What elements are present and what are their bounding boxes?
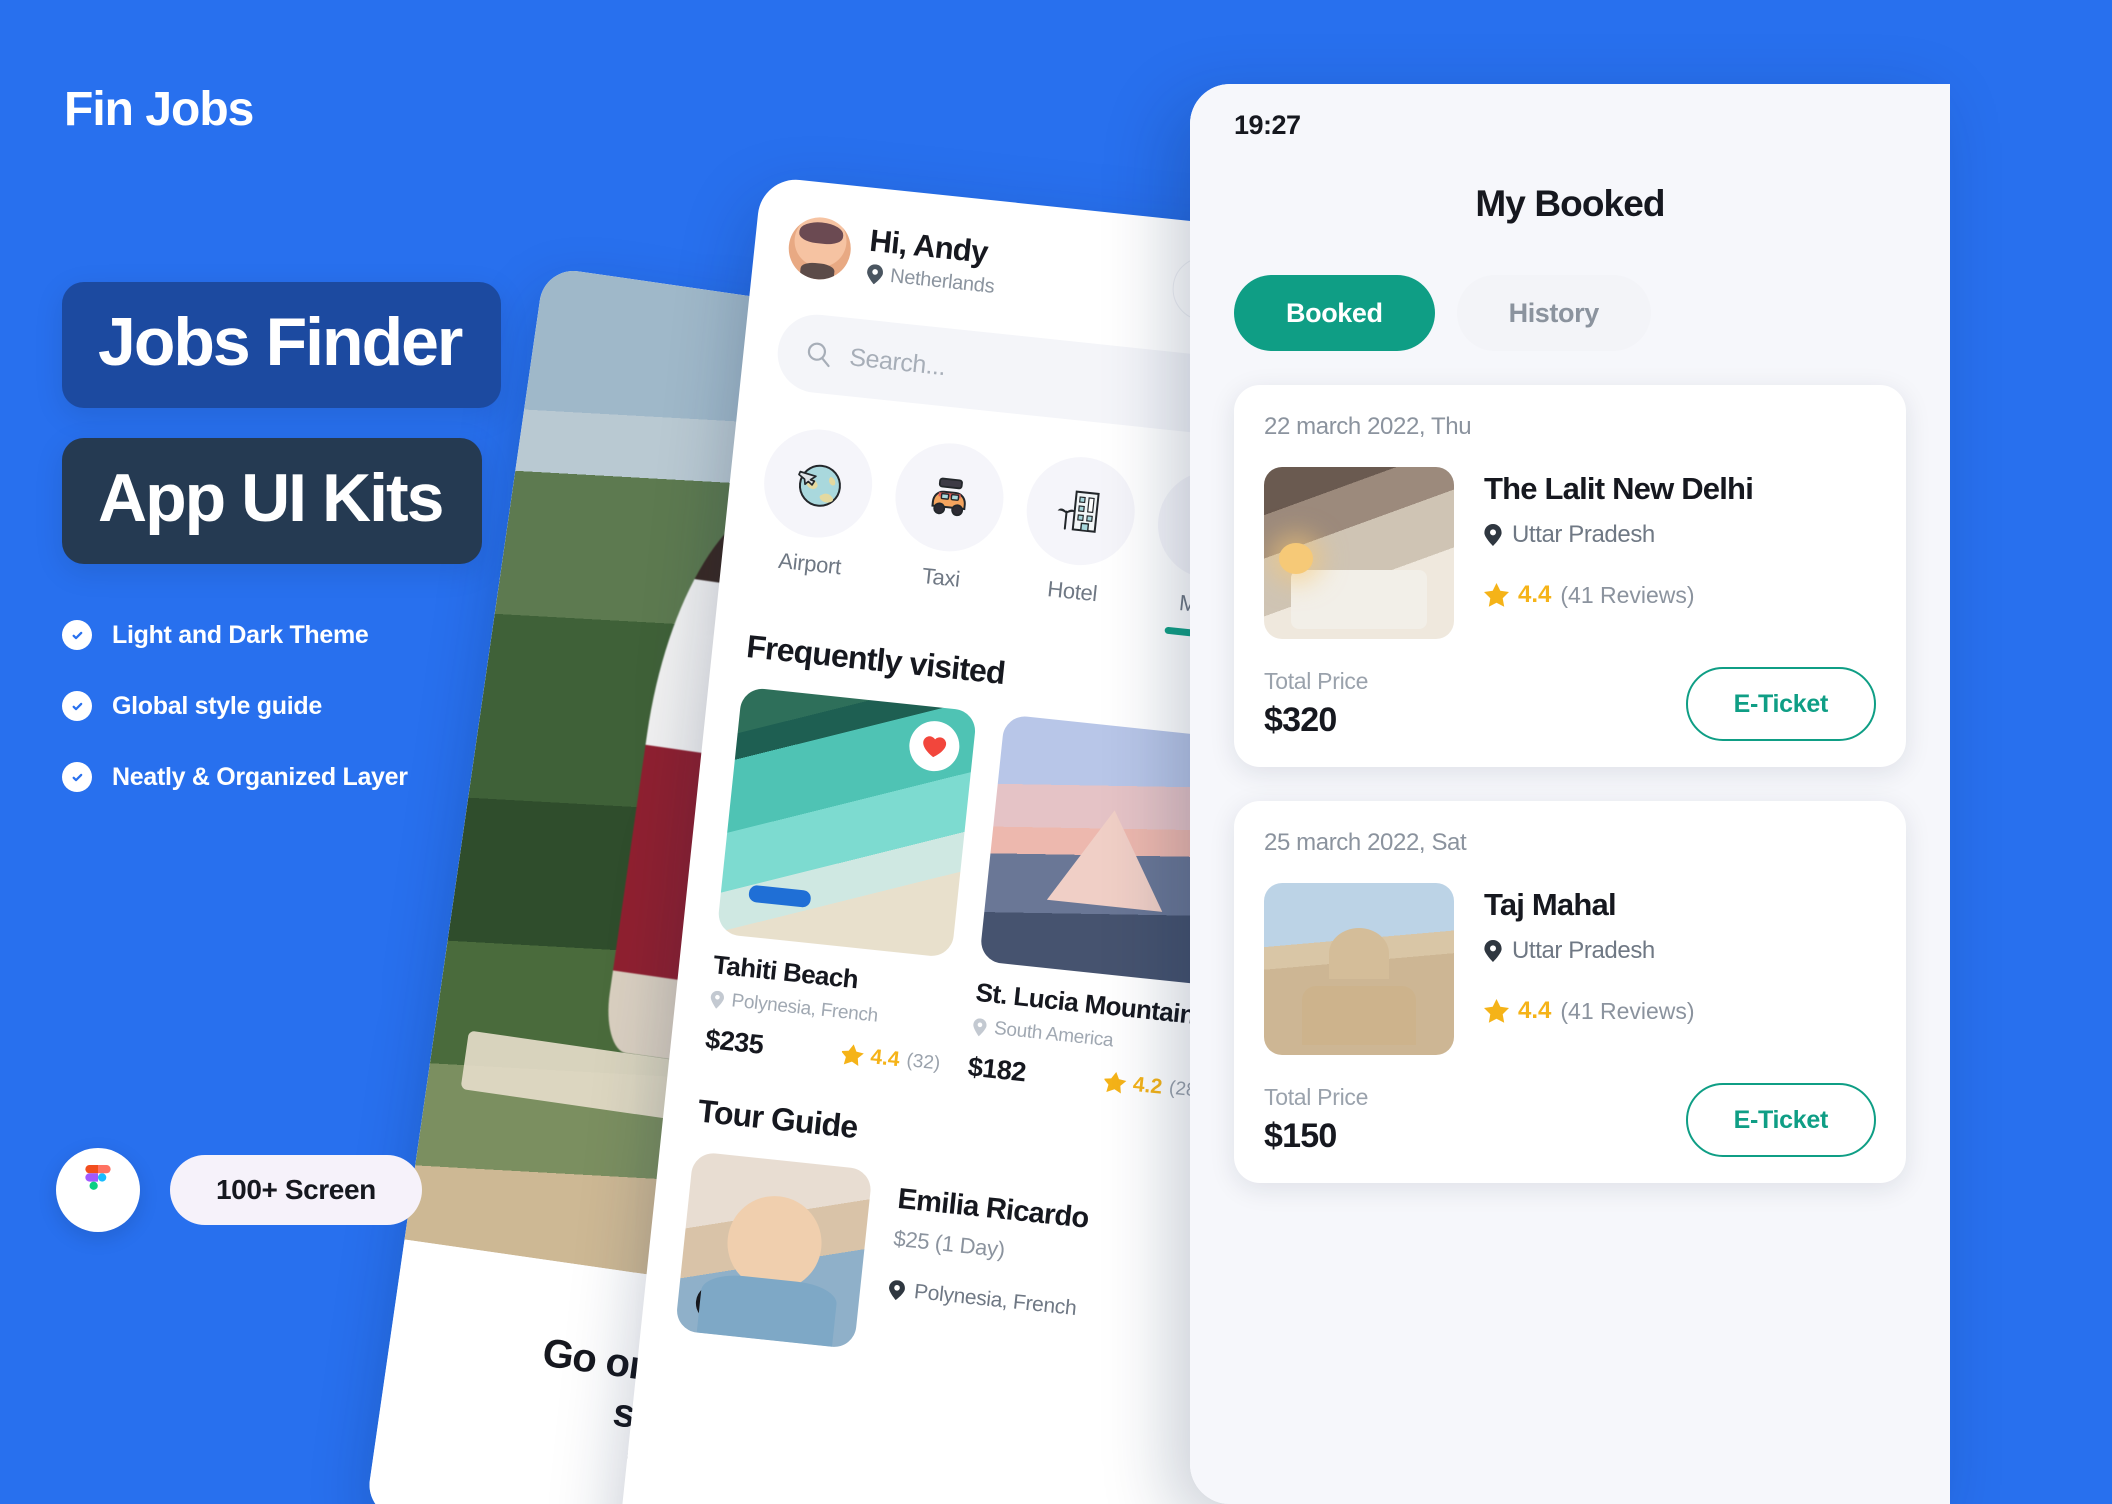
table-row[interactable]: 22 march 2022, Thu The Lalit New Delhi U… [1234,385,1906,767]
star-icon [1484,999,1509,1023]
map-pin-icon [1484,524,1502,546]
status-bar-time: 19:27 [1234,110,1301,140]
total-price-label: Total Price [1264,668,1369,694]
star-icon [840,1044,864,1066]
rating-count: (41 Reviews) [1560,581,1695,608]
category-hotel[interactable]: Hotel [1015,451,1141,629]
category-label: Taxi [920,562,962,592]
promo-panel: Fin Jobs Jobs Finder App UI Kits Light a… [0,0,760,1504]
destination-list: Tahiti Beach Polynesia, French $235 4.4 … [704,686,1272,1111]
booking-location: Uttar Pradesh [1484,521,1876,549]
heart-icon[interactable] [906,718,962,774]
list-item: Neatly & Organized Layer [62,762,582,792]
total-price-value: $320 [1264,701,1337,739]
tab-history[interactable]: History [1456,275,1651,351]
headline-secondary: App UI Kits [62,438,483,564]
total-price-value: $150 [1264,1117,1337,1155]
booking-date: 25 march 2022, Sat [1264,829,1467,856]
phone-booked-screen: 19:27 My Booked Booked History 22 march … [1190,84,1950,1504]
booking-thumbnail [1264,883,1454,1055]
total-price-label: Total Price [1264,1084,1369,1110]
booking-location-label: Uttar Pradesh [1512,521,1655,548]
status-badge: 4.4 (32) [840,1042,941,1076]
star-icon [1103,1071,1127,1094]
search-icon [807,342,830,368]
list-item: Global style guide [62,691,582,721]
map-pin-icon [1484,940,1502,962]
hotel-building-icon [1021,451,1141,571]
search-placeholder: Search... [848,342,947,381]
feature-label: Neatly & Organized Layer [112,762,408,791]
eticket-button[interactable]: E-Ticket [1685,1083,1876,1157]
booking-date: 22 march 2022, Thu [1264,413,1472,440]
rating-value: 4.2 [1131,1072,1164,1099]
check-circle-icon [62,691,92,721]
brand-title: Fin Jobs [64,83,254,136]
booking-name: Taj Mahal [1484,887,1617,922]
check-circle-icon [62,762,92,792]
feature-label: Global style guide [112,691,322,720]
category-airport[interactable]: Airport [753,424,878,601]
check-circle-icon [62,620,92,650]
figma-logo-icon [56,1148,140,1232]
status-badge: 4.4 (41 Reviews) [1484,581,1876,609]
map-pin-icon [973,1018,987,1037]
guide-location-label: Polynesia, French [913,1280,1078,1320]
rating-count: (41 Reviews) [1560,997,1695,1024]
category-taxi[interactable]: Taxi [884,438,1009,615]
avatar [785,214,854,283]
map-pin-icon [867,264,883,285]
map-pin-icon [889,1280,905,1301]
location-label: Netherlands [889,264,996,298]
status-badge: 4.4 (41 Reviews) [1484,997,1876,1025]
booking-thumbnail [1264,467,1454,639]
tab-booked[interactable]: Booked [1234,275,1435,351]
destination-location-label: South America [993,1017,1115,1052]
list-item: Light and Dark Theme [62,620,582,650]
rating-value: 4.4 [869,1044,901,1071]
booking-location-label: Uttar Pradesh [1512,937,1655,964]
booking-name: The Lalit New Delhi [1484,471,1754,506]
feature-list: Light and Dark Theme Global style guide … [62,620,582,833]
tab-bar: Booked History [1234,275,1906,351]
headline-primary: Jobs Finder [62,282,502,408]
rating-value: 4.4 [1518,997,1552,1024]
screen-count-badge: 100+ Screen [170,1155,422,1225]
globe-airplane-icon [758,424,878,543]
taxi-car-icon [890,438,1009,557]
page-title: My Booked [1475,183,1665,224]
eticket-button[interactable]: E-Ticket [1685,667,1876,741]
rating-count: (32) [905,1049,942,1074]
guide-name: Emilia Ricardo [896,1182,1091,1235]
category-label: Airport [777,547,843,580]
rating-value: 4.4 [1518,581,1552,608]
footer-row: 100+ Screen [56,1148,422,1232]
status-badge: 4.2 (28) [1103,1069,1204,1103]
star-icon [1484,583,1509,607]
user-location: Netherlands [865,262,1154,315]
feature-label: Light and Dark Theme [112,620,369,649]
destination-price: $182 [966,1051,1028,1088]
guide-location: Polynesia, French [887,1277,1080,1321]
table-row[interactable]: 25 march 2022, Sat Taj Mahal Uttar Prade… [1234,801,1906,1183]
greeting-text: Hi, Andy [868,222,990,270]
category-label: Hotel [1046,576,1099,607]
booking-location: Uttar Pradesh [1484,937,1876,965]
